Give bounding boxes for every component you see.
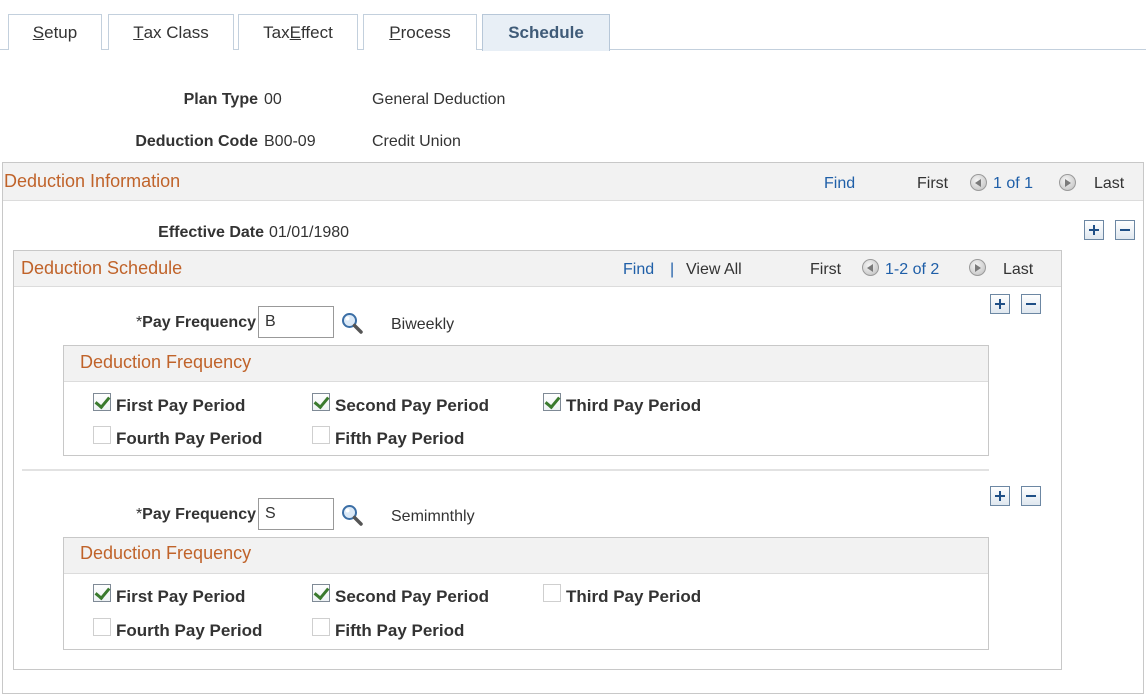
tab-schedule[interactable]: Schedule	[482, 14, 610, 51]
deduction-schedule-view-all-link[interactable]: View All	[686, 261, 742, 279]
first-pay-period-checkbox[interactable]	[93, 584, 111, 602]
fourth-pay-period-checkbox[interactable]	[93, 618, 111, 636]
plan-type-value: 00	[264, 91, 282, 108]
deduction-schedule-find-link[interactable]: Find	[623, 261, 654, 279]
deduction-information-last: Last	[1094, 175, 1125, 192]
deduction-information-first: First	[917, 175, 949, 192]
magnifier-icon[interactable]	[340, 503, 364, 527]
second-pay-period-checkbox[interactable]	[312, 584, 330, 602]
fifth-pay-period-label: Fifth Pay Period	[335, 429, 465, 448]
prev-arrow-icon[interactable]	[862, 259, 879, 276]
pay-frequency-input[interactable]	[258, 498, 334, 530]
fifth-pay-period-checkbox[interactable]	[312, 618, 330, 636]
third-pay-period-checkbox[interactable]	[543, 584, 561, 602]
tab-tax-effect[interactable]: Tax Effect	[238, 14, 358, 50]
deduction-information-count: 1 of 1	[993, 175, 1034, 192]
next-arrow-icon[interactable]	[969, 259, 986, 276]
add-effective-row-button[interactable]	[1084, 220, 1104, 240]
second-pay-period-checkbox[interactable]	[312, 393, 330, 411]
fourth-pay-period-label: Fourth Pay Period	[116, 621, 263, 640]
fifth-pay-period-checkbox[interactable]	[312, 426, 330, 444]
tab-tax-class[interactable]: Tax Class	[108, 14, 234, 50]
deduction-frequency-title: Deduction Frequency	[80, 352, 252, 372]
third-pay-period-label: Third Pay Period	[566, 396, 702, 415]
deduction-schedule-title: Deduction Schedule	[21, 258, 183, 278]
pay-frequency-description: Biweekly	[391, 316, 455, 333]
pay-frequency-input[interactable]	[258, 306, 334, 338]
deduction-schedule-count: 1-2 of 2	[885, 261, 940, 278]
plan-type-label: Plan Type	[183, 91, 258, 108]
deduction-information-find-link[interactable]: Find	[824, 175, 855, 193]
deduction-schedule-separator: |	[670, 261, 675, 278]
deduction-code-value: B00-09	[264, 133, 316, 150]
fourth-pay-period-label: Fourth Pay Period	[116, 429, 263, 448]
add-schedule-row-button[interactable]	[990, 294, 1010, 314]
pay-frequency-label: *Pay Frequency	[135, 506, 256, 523]
deduction-schedule-first: First	[810, 261, 842, 278]
plan-type-description: General Deduction	[372, 91, 506, 108]
deduction-code-label: Deduction Code	[135, 133, 258, 150]
delete-schedule-row-button[interactable]	[1021, 486, 1041, 506]
tab-process[interactable]: Process	[363, 14, 477, 50]
magnifier-icon[interactable]	[340, 311, 364, 335]
effective-date-label: Effective Date	[158, 224, 264, 241]
delete-effective-row-button[interactable]	[1115, 220, 1135, 240]
third-pay-period-checkbox[interactable]	[543, 393, 561, 411]
delete-schedule-row-button[interactable]	[1021, 294, 1041, 314]
tab-setup[interactable]: Setup	[8, 14, 102, 50]
fourth-pay-period-checkbox[interactable]	[93, 426, 111, 444]
effective-date-value: 01/01/1980	[269, 224, 350, 241]
deduction-information-title: Deduction Information	[4, 171, 181, 191]
first-pay-period-label: First Pay Period	[116, 587, 246, 606]
next-arrow-icon[interactable]	[1059, 174, 1076, 191]
pay-frequency-label: *Pay Frequency	[135, 314, 256, 331]
second-pay-period-label: Second Pay Period	[335, 396, 489, 415]
deduction-code-description: Credit Union	[372, 133, 461, 150]
third-pay-period-label: Third Pay Period	[566, 587, 702, 606]
fifth-pay-period-label: Fifth Pay Period	[335, 621, 465, 640]
first-pay-period-label: First Pay Period	[116, 396, 246, 415]
prev-arrow-icon[interactable]	[970, 174, 987, 191]
deduction-frequency-title: Deduction Frequency	[80, 543, 252, 563]
add-schedule-row-button[interactable]	[990, 486, 1010, 506]
pay-frequency-description: Semimnthly	[391, 508, 475, 525]
deduction-schedule-last: Last	[1003, 261, 1034, 278]
row-separator	[22, 469, 989, 471]
second-pay-period-label: Second Pay Period	[335, 587, 489, 606]
first-pay-period-checkbox[interactable]	[93, 393, 111, 411]
